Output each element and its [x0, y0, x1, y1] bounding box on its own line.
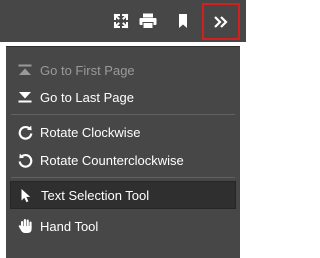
menu-item-go-to-last-page[interactable]: Go to Last Page	[6, 83, 240, 111]
bookmark-icon	[178, 13, 188, 29]
menu-item-label: Rotate Clockwise	[40, 124, 141, 140]
menu-item-label: Text Selection Tool	[41, 187, 150, 203]
menu-item-rotate-counterclockwise[interactable]: Rotate Counterclockwise	[6, 146, 240, 174]
printer-icon	[139, 13, 157, 29]
more-tools-menu: Go to First Page Go to Last Page Rotate …	[6, 46, 240, 258]
menu-divider	[11, 177, 235, 178]
last-page-icon	[17, 89, 33, 105]
more-tools-button[interactable]	[202, 3, 240, 40]
pdf-viewer-toolbar	[0, 0, 246, 42]
menu-item-label: Go to First Page	[40, 62, 135, 78]
menu-item-rotate-clockwise[interactable]: Rotate Clockwise	[6, 118, 240, 146]
rotate-clockwise-icon	[17, 124, 33, 140]
menu-item-hand-tool[interactable]: Hand Tool	[6, 212, 240, 240]
print-button[interactable]	[136, 8, 160, 34]
hand-icon	[17, 218, 33, 234]
menu-item-label: Rotate Counterclockwise	[40, 152, 184, 168]
double-chevron-right-icon	[213, 15, 229, 29]
rotate-counterclockwise-icon	[17, 152, 33, 168]
cursor-arrow-icon	[18, 187, 34, 203]
menu-item-label: Go to Last Page	[40, 89, 134, 105]
menu-item-text-selection-tool[interactable]: Text Selection Tool	[10, 181, 236, 209]
menu-item-go-to-first-page[interactable]: Go to First Page	[6, 56, 240, 84]
menu-item-label: Hand Tool	[40, 218, 99, 234]
first-page-icon	[17, 62, 33, 78]
fullscreen-button[interactable]	[109, 8, 133, 34]
fullscreen-icon	[113, 13, 129, 29]
bookmark-button[interactable]	[171, 8, 195, 34]
menu-divider	[11, 114, 235, 115]
